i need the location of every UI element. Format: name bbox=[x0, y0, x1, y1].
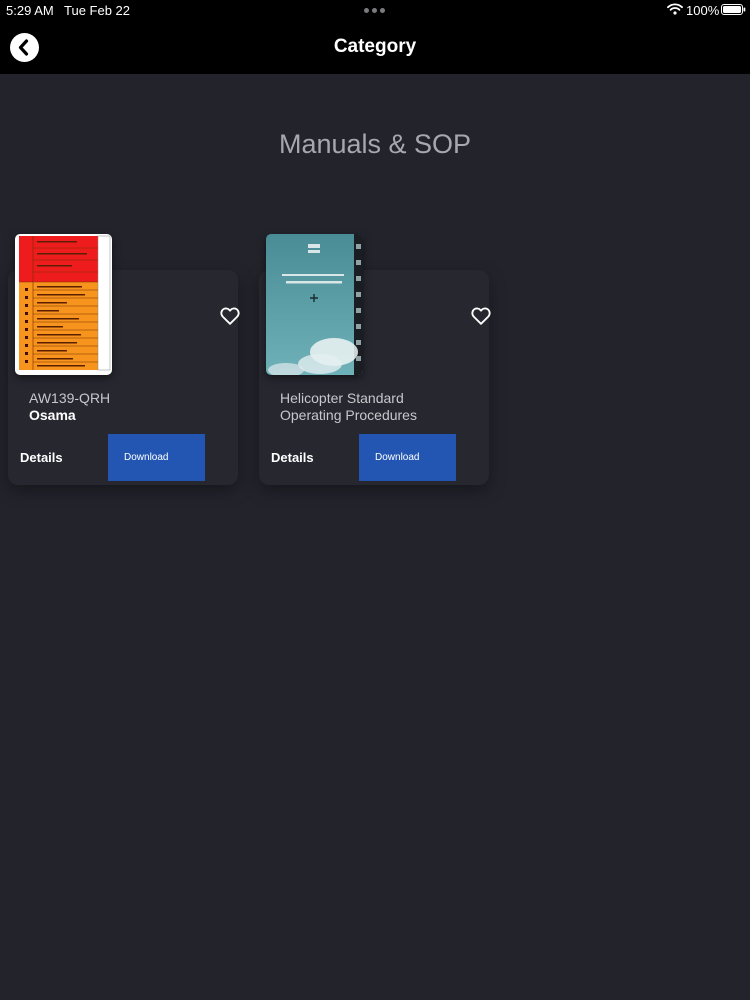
top-navigation-bar: 5:29 AM Tue Feb 22 100% Category bbox=[0, 0, 750, 74]
manual-author: Osama bbox=[29, 407, 76, 423]
book-cover-image[interactable] bbox=[15, 234, 112, 375]
book-cover-image[interactable] bbox=[266, 234, 363, 375]
favorite-heart-icon[interactable] bbox=[470, 305, 492, 327]
multitasking-dots-icon[interactable] bbox=[364, 4, 386, 16]
status-time: 5:29 AM bbox=[6, 3, 54, 18]
page-title: Category bbox=[333, 36, 417, 57]
details-button[interactable]: Details bbox=[20, 450, 63, 465]
download-button[interactable]: Download bbox=[359, 434, 456, 481]
status-date: Tue Feb 22 bbox=[64, 3, 131, 18]
category-title: Manuals & SOP bbox=[278, 129, 472, 159]
battery-percentage: 100% bbox=[686, 3, 720, 18]
favorite-heart-icon[interactable] bbox=[219, 305, 241, 327]
manual-title: Helicopter Standard Operating Procedures bbox=[280, 390, 417, 423]
download-button[interactable]: Download bbox=[108, 434, 205, 481]
details-button[interactable]: Details bbox=[271, 450, 314, 465]
manual-title: AW139-QRH bbox=[29, 390, 111, 406]
wifi-icon bbox=[667, 3, 683, 15]
battery-icon bbox=[721, 4, 746, 15]
